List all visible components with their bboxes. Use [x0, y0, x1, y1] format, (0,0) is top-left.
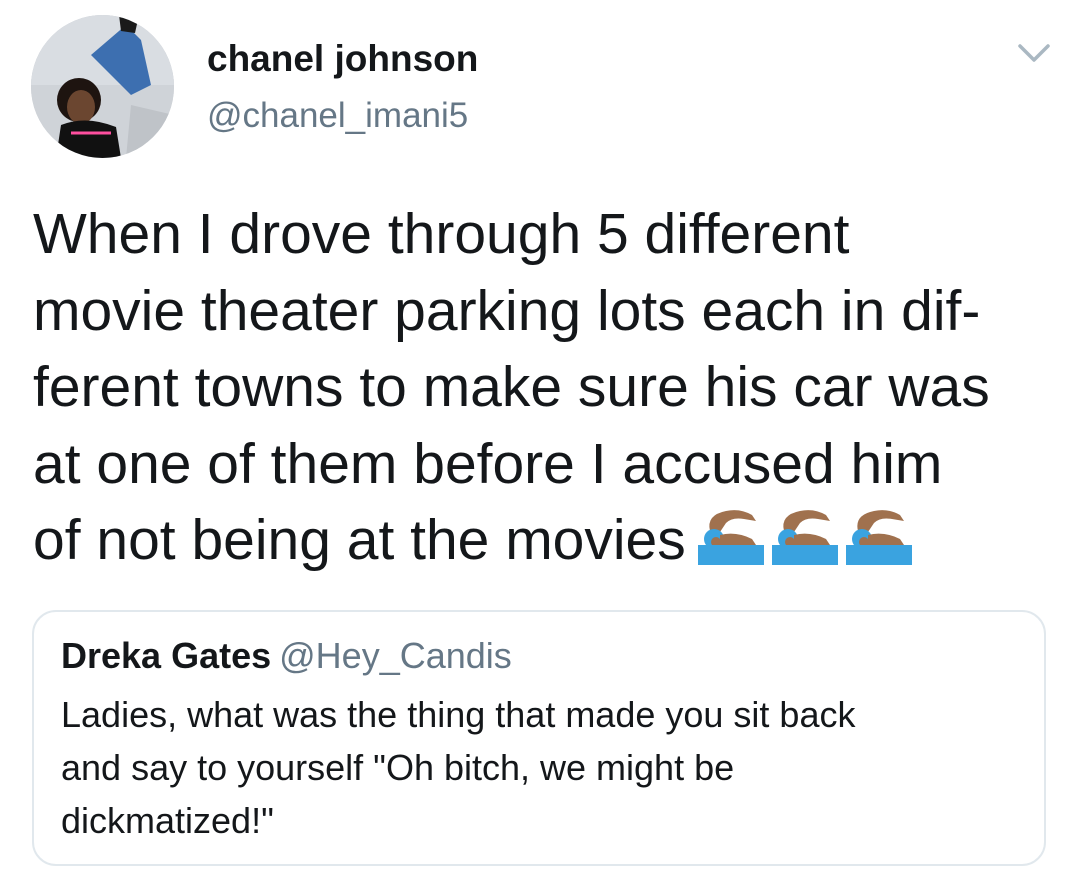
author-handle[interactable]: @chanel_imani5	[207, 96, 468, 136]
emoji-group	[696, 505, 918, 585]
avatar-photo	[31, 15, 174, 158]
author-name[interactable]: chanel johnson	[207, 38, 478, 80]
avatar[interactable]	[31, 15, 174, 158]
chevron-down-icon[interactable]	[1012, 36, 1056, 70]
quoted-author-name: Dreka Gates	[61, 635, 272, 676]
swimmer-emoji	[696, 505, 764, 565]
swimmer-emoji	[770, 505, 838, 565]
quoted-tweet-header: Dreka Gates @Hey_Candis	[61, 635, 512, 677]
quoted-tweet-text: Ladies, what was the thing that made you…	[61, 694, 856, 841]
quoted-tweet[interactable]: Dreka Gates @Hey_Candis Ladies, what was …	[32, 610, 1046, 866]
tweet: chanel johnson @chanel_imani5 When I dro…	[0, 0, 1080, 882]
quoted-author-handle: @Hey_Candis	[279, 635, 512, 676]
swimmer-emoji	[844, 505, 912, 565]
tweet-text: When I drove through 5 different movie t…	[33, 196, 1053, 585]
